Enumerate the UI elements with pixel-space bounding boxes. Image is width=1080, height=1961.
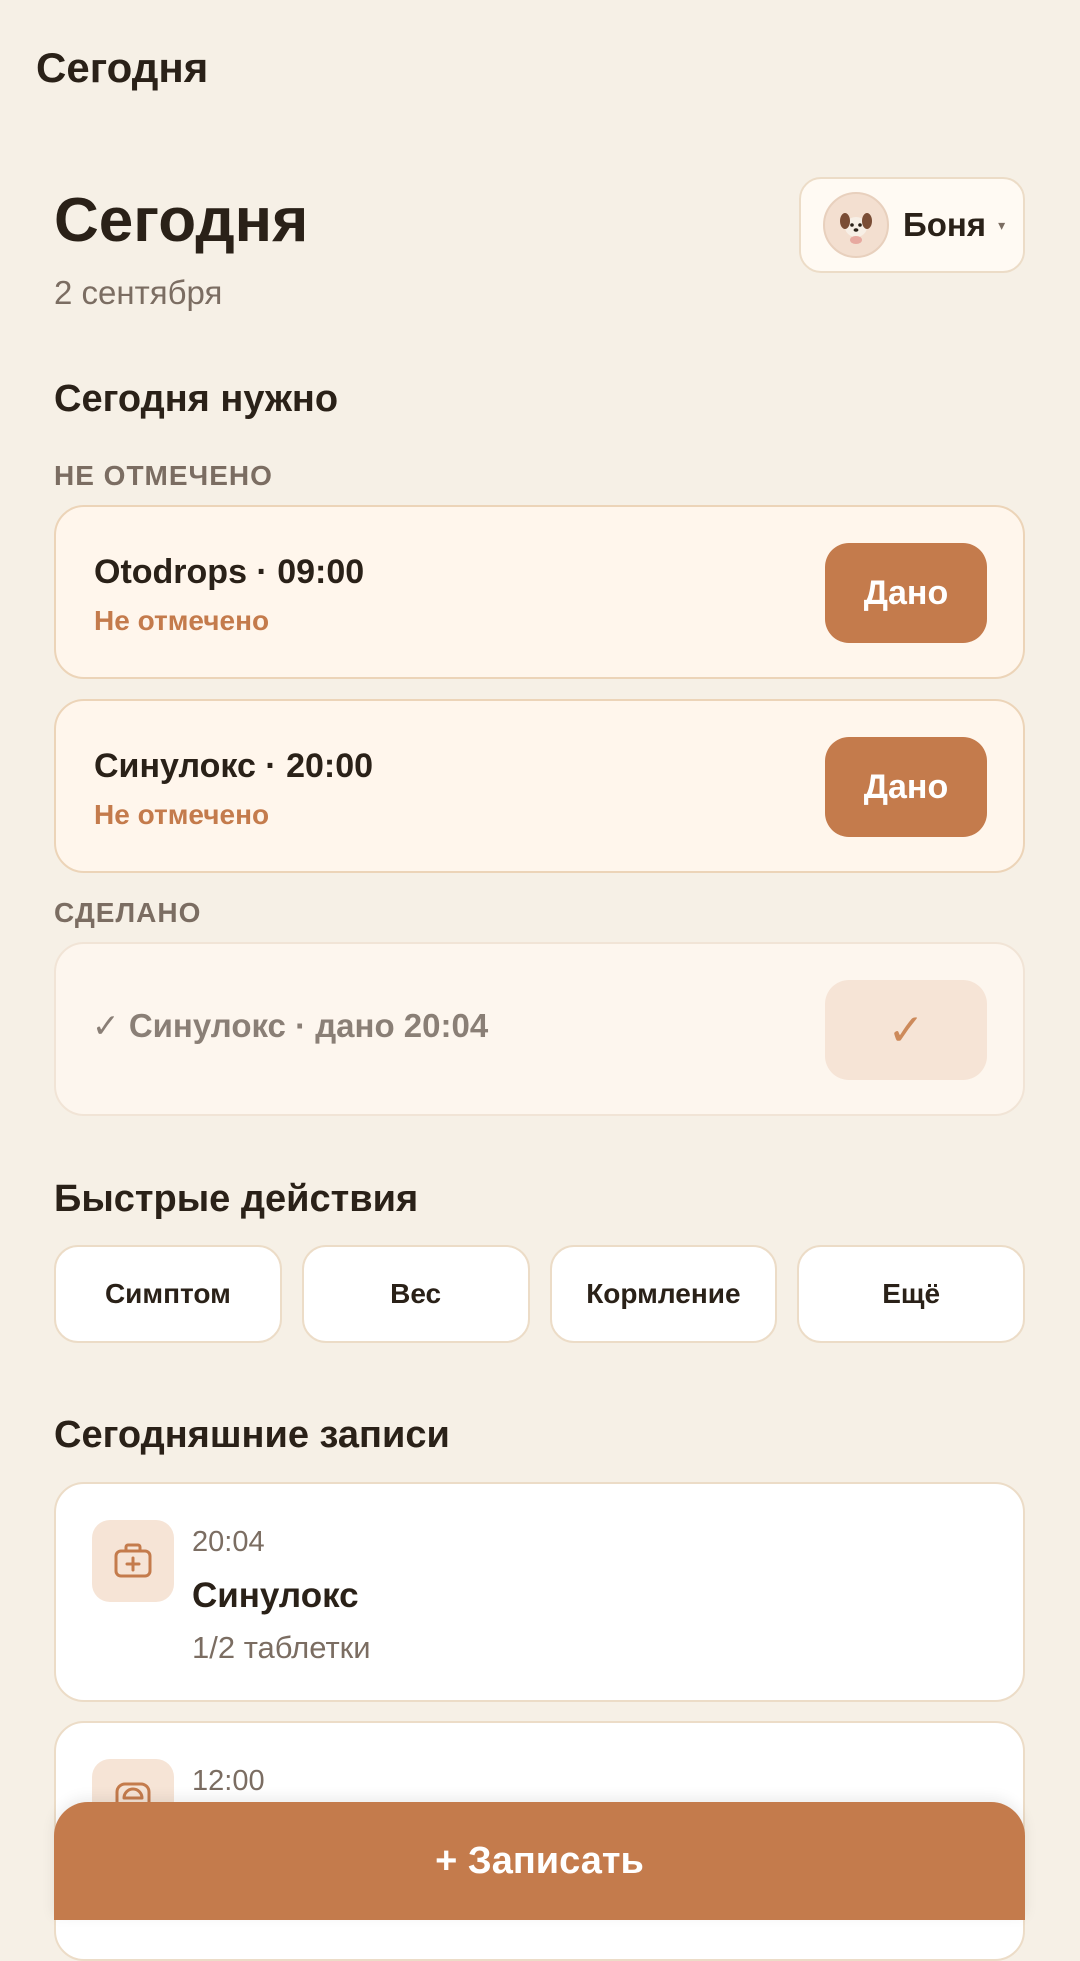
medkit-icon [92, 1520, 174, 1602]
today-section-title: Сегодня нужно [54, 378, 339, 420]
app-bar-title: Сегодня [36, 44, 209, 91]
mark-given-button[interactable]: Дано [825, 543, 987, 643]
pending-task-card: Otodrops · 09:00 Не отмечено Дано [54, 505, 1025, 679]
entry-time: 20:04 [192, 1526, 265, 1558]
quick-actions-row: Симптом Вес Кормление Ещё [54, 1245, 1025, 1343]
done-task-card: ✓ Синулокс · дано 20:04 ✓ [54, 942, 1025, 1116]
quick-action-feeding-button[interactable]: Кормление [549, 1245, 778, 1343]
entries-title: Сегодняшние записи [54, 1414, 450, 1456]
page-title: Сегодня [54, 186, 309, 255]
task-name: Синулокс · 20:00 [94, 747, 374, 785]
dog-avatar-icon [823, 192, 889, 258]
pending-task-card: Синулокс · 20:00 Не отмечено Дано [54, 699, 1025, 873]
entry-time: 12:00 [192, 1765, 265, 1797]
add-record-button[interactable]: + Записать [54, 1802, 1025, 1920]
entry-title: Синулокс [192, 1576, 359, 1615]
chevron-down-icon: ▾ [998, 216, 1006, 233]
quick-actions-title: Быстрые действия [54, 1178, 419, 1220]
pending-group-label: НЕ ОТМЕЧЕНО [54, 460, 273, 491]
quick-action-symptom-button[interactable]: Симптом [54, 1245, 282, 1343]
mark-given-button[interactable]: Дано [825, 737, 987, 837]
pet-name: Боня [903, 206, 987, 243]
page-date: 2 сентября [54, 274, 223, 311]
task-name: Otodrops · 09:00 [94, 553, 365, 591]
quick-action-weight-button[interactable]: Вес [301, 1245, 530, 1343]
done-task-text: ✓ Синулокс · дано 20:04 [92, 1007, 489, 1044]
task-status: Не отмечено [94, 605, 270, 636]
quick-action-more-button[interactable]: Ещё [797, 1245, 1025, 1343]
pet-selector[interactable]: Боня ▾ [799, 177, 1025, 273]
task-status: Не отмечено [94, 799, 270, 830]
done-group-label: СДЕЛАНО [54, 897, 202, 928]
entry-card[interactable]: 20:04 Синулокс 1/2 таблетки [54, 1482, 1025, 1702]
entry-detail: 1/2 таблетки [192, 1630, 371, 1665]
done-check-button[interactable]: ✓ [825, 980, 987, 1080]
